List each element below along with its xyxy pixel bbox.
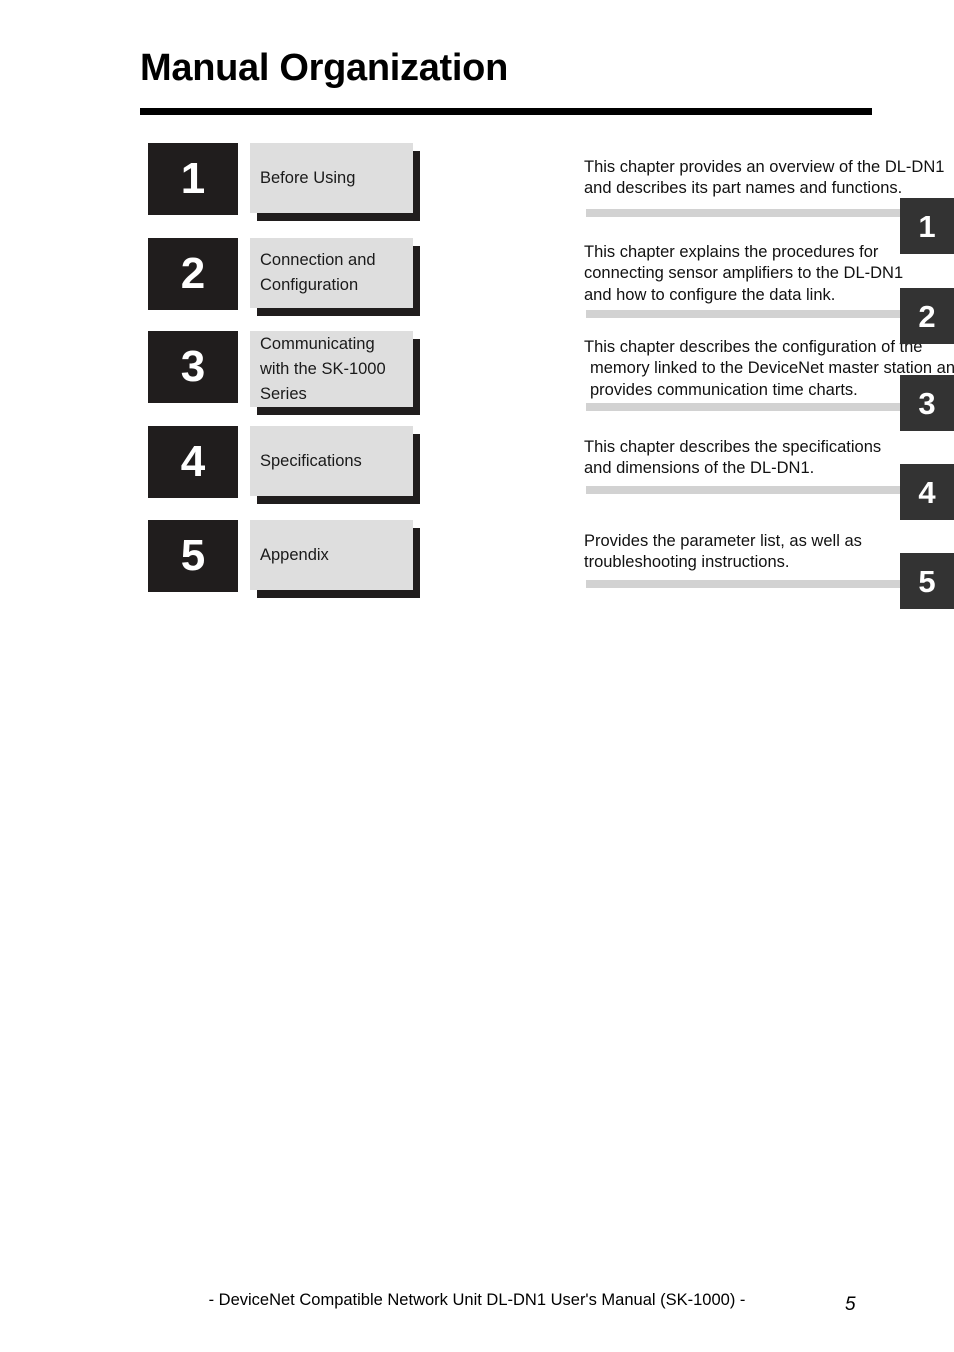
chapter-description-line: and describes its part names and functio… (584, 179, 903, 197)
chapter-number-label: 2 (180, 249, 206, 298)
chapter-number-badge: 5 (148, 520, 238, 592)
chapter-number-label: 4 (180, 437, 206, 486)
page-number: 5 (845, 1294, 856, 1315)
chapter-number-badge: 1 (148, 143, 238, 215)
chapter-description-line: connecting sensor amplifiers to the DL-D… (584, 264, 904, 283)
chapter-title-line: Configuration (260, 276, 359, 294)
chapter-description-line: This chapter describes the specification… (584, 437, 882, 456)
chapter-description-block: This chapter provides an overview of the… (578, 147, 954, 217)
chapter-description-line: This chapter provides an overview of the… (584, 157, 945, 176)
chapter-number-badge: 2 (148, 238, 238, 310)
chapter-tab-1[interactable]: 1 (900, 198, 954, 254)
chapter-title-box: Connection and Configuration (250, 238, 413, 308)
chapter-description-line: memory linked to the DeviceNet master st… (590, 359, 954, 378)
chapter-tab-label: 1 (918, 208, 936, 244)
chapter-description-line: provides communication time charts. (590, 380, 858, 399)
chapter-title-block: Connection and Configuration (250, 238, 420, 316)
chapter-title-block: Appendix (250, 520, 420, 598)
chapter-title-block: Specifications (250, 426, 420, 504)
chapter-description-box: This chapter describes the configuration… (578, 335, 954, 403)
chapter-description-line: This chapter describes the configuration… (584, 337, 923, 356)
chapter-title-line: Connection and (260, 251, 376, 269)
chapter-description-line: troubleshooting instructions. (584, 553, 790, 571)
chapter-tab-label: 2 (918, 298, 936, 334)
chapter-description-box: This chapter explains the procedures for… (578, 238, 954, 310)
chapter-tab-label: 4 (918, 474, 936, 510)
chapter-description-block: This chapter explains the procedures for… (578, 238, 954, 318)
chapter-description-box: Provides the parameter list, as well as t… (578, 524, 954, 580)
chapter-title-block: Before Using (250, 143, 420, 221)
chapter-number-badge: 3 (148, 331, 238, 403)
chapter-title-line: Specifications (260, 451, 362, 470)
chapter-title-line: Communicating (260, 334, 375, 353)
chapter-title-box: Before Using (250, 143, 413, 213)
chapter-description-block: This chapter describes the specification… (578, 430, 954, 494)
chapter-description-line: Provides the parameter list, as well as (584, 531, 862, 550)
footer-note: - DeviceNet Compatible Network Unit DL-D… (208, 1291, 746, 1309)
chapter-title-box: Specifications (250, 426, 413, 496)
page-title: Manual Organization (140, 47, 508, 89)
chapter-title-block: Communicating with the SK-1000 Series (250, 331, 420, 415)
chapter-description-block: Provides the parameter list, as well as t… (578, 524, 954, 588)
chapter-title-line: with the SK-1000 (260, 359, 386, 378)
chapter-title-box: Communicating with the SK-1000 Series (250, 331, 413, 407)
chapter-number-badge: 4 (148, 426, 238, 498)
chapter-title-line: Before Using (260, 168, 356, 187)
chapter-tab-4[interactable]: 4 (900, 464, 954, 520)
chapter-tab-5[interactable]: 5 (900, 553, 954, 609)
chapter-number-label: 3 (180, 342, 206, 391)
chapter-description-line: and dimensions of the DL-DN1. (584, 459, 815, 477)
chapter-tab-label: 3 (918, 385, 936, 421)
chapter-tab-3[interactable]: 3 (900, 375, 954, 431)
chapter-title-line: Appendix (260, 545, 329, 564)
chapter-tab-2[interactable]: 2 (900, 288, 954, 344)
chapter-description-line: This chapter explains the procedures for (584, 242, 879, 261)
chapter-description-block: This chapter describes the configuration… (578, 335, 954, 411)
chapter-description-box: This chapter provides an overview of the… (578, 147, 954, 209)
chapter-title-line: Series (260, 384, 307, 403)
chapter-tab-label: 5 (918, 563, 936, 599)
chapter-number-label: 1 (180, 154, 206, 203)
chapter-number-label: 5 (180, 531, 206, 580)
title-divider (140, 108, 872, 115)
chapter-title-box: Appendix (250, 520, 413, 590)
chapter-description-line: and how to configure the data link. (584, 285, 836, 304)
chapter-description-box: This chapter describes the specification… (578, 430, 954, 486)
